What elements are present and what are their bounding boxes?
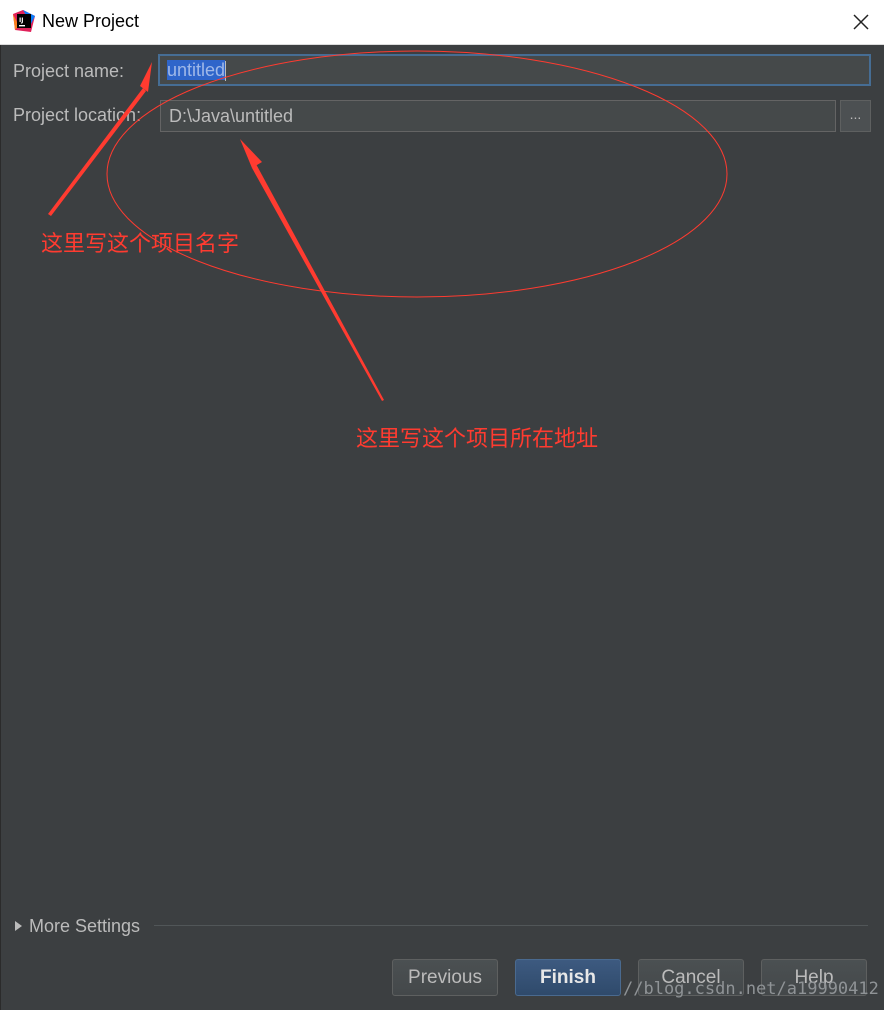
watermark: //blog.csdn.net/a19990412 — [623, 979, 879, 999]
finish-button[interactable]: Finish — [515, 959, 621, 996]
close-button[interactable] — [838, 0, 884, 44]
more-settings-toggle[interactable]: More Settings — [15, 916, 140, 937]
intellij-app-icon: IJ — [13, 10, 35, 32]
more-settings-label: More Settings — [29, 916, 141, 936]
project-location-input[interactable]: D:\Java\untitled — [160, 100, 836, 132]
name-annotation: 这里写这个项目名字 — [41, 232, 240, 257]
location-annotation: 这里写这个项目所在地址 — [356, 427, 599, 452]
browse-button[interactable]: ... — [840, 100, 871, 132]
project-name-value: untitled — [167, 60, 226, 80]
project-location-label: Project location: — [13, 105, 142, 125]
new-project-dialog: IJ New Project Project name: untitled Pr… — [0, 0, 884, 1010]
project-name-label: Project name: — [13, 61, 125, 81]
text-caret — [225, 61, 227, 82]
expand-triangle-icon — [15, 921, 22, 931]
project-name-input[interactable]: untitled — [158, 54, 871, 86]
svg-text:IJ: IJ — [19, 17, 23, 24]
separator — [154, 925, 868, 926]
close-icon — [853, 14, 869, 30]
title-bar: IJ New Project — [0, 0, 884, 45]
dialog-content: Project name: untitled Project location:… — [0, 45, 884, 1010]
previous-button[interactable]: Previous — [392, 959, 498, 996]
window-title: New Project — [42, 11, 140, 31]
